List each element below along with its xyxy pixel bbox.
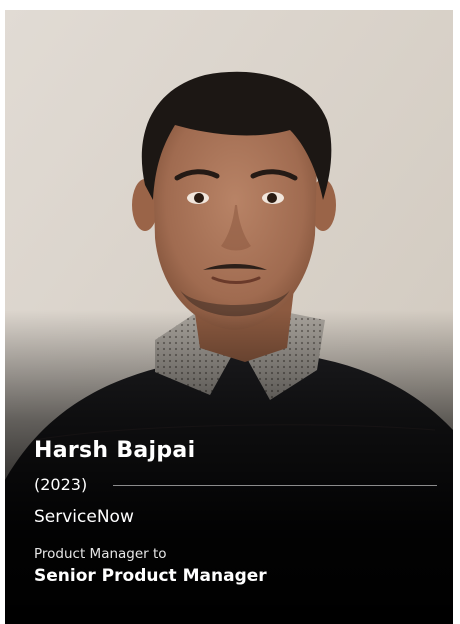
profile-company: ServiceNow [34,507,134,527]
profile-year: (2023) [34,475,87,494]
new-role: Senior Product Manager [34,566,267,586]
year-divider [113,485,437,486]
previous-role: Product Manager to [34,546,167,562]
profile-info: Harsh Bajpai (2023) ServiceNow Product M… [5,10,453,624]
profile-name: Harsh Bajpai [34,438,195,463]
profile-card: Harsh Bajpai (2023) ServiceNow Product M… [5,10,453,624]
